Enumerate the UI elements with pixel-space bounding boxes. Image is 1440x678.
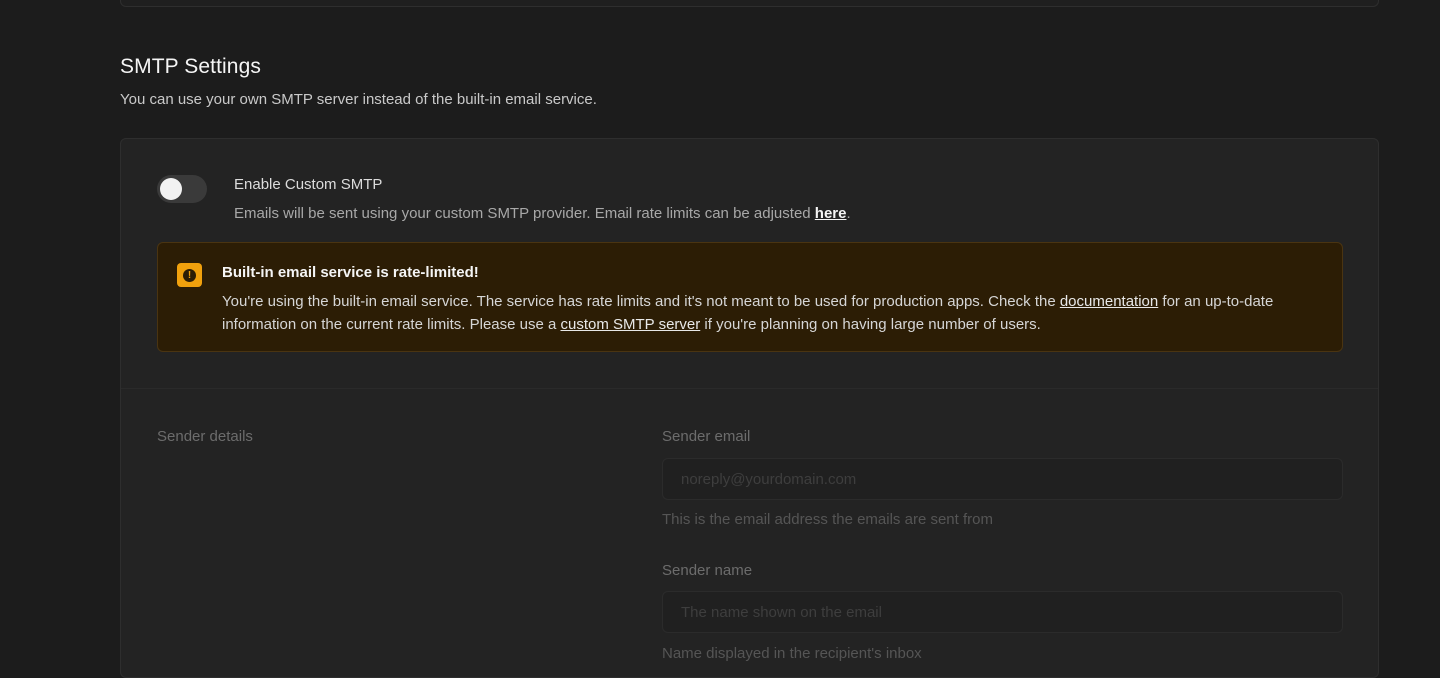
toggle-description: Emails will be sent using your custom SM… [234, 205, 851, 222]
alert-body: You're using the built-in email service.… [222, 290, 1322, 336]
documentation-link[interactable]: documentation [1060, 293, 1158, 310]
sender-details-heading: Sender details [157, 428, 253, 445]
alert-body-text-3: if you're planning on having large numbe… [700, 316, 1041, 333]
divider [121, 388, 1378, 389]
smtp-settings-panel: Enable Custom SMTP Emails will be sent u… [120, 138, 1379, 678]
custom-smtp-server-link[interactable]: custom SMTP server [561, 316, 701, 333]
enable-custom-smtp-toggle[interactable] [157, 175, 207, 203]
sender-name-label: Sender name [662, 562, 753, 579]
toggle-description-suffix: . [846, 205, 851, 222]
sender-name-help: Name displayed in the recipient's inbox [662, 645, 922, 662]
toggle-description-text: Emails will be sent using your custom SM… [234, 205, 815, 222]
sender-email-input[interactable] [662, 458, 1343, 500]
sender-name-input[interactable] [662, 591, 1343, 633]
sender-email-label: Sender email [662, 428, 751, 445]
alert-title: Built-in email service is rate-limited! [222, 264, 479, 281]
rate-limits-link[interactable]: here [815, 205, 847, 222]
rate-limit-warning: ! Built-in email service is rate-limited… [157, 242, 1343, 352]
sender-email-help: This is the email address the emails are… [662, 511, 993, 528]
alert-body-text-1: You're using the built-in email service.… [222, 293, 1060, 310]
section-title: SMTP Settings [120, 55, 261, 78]
toggle-knob [160, 178, 182, 200]
toggle-label: Enable Custom SMTP [234, 176, 383, 193]
previous-section-card [120, 0, 1379, 7]
section-description: You can use your own SMTP server instead… [120, 91, 597, 108]
alert-circle-icon: ! [177, 263, 202, 287]
